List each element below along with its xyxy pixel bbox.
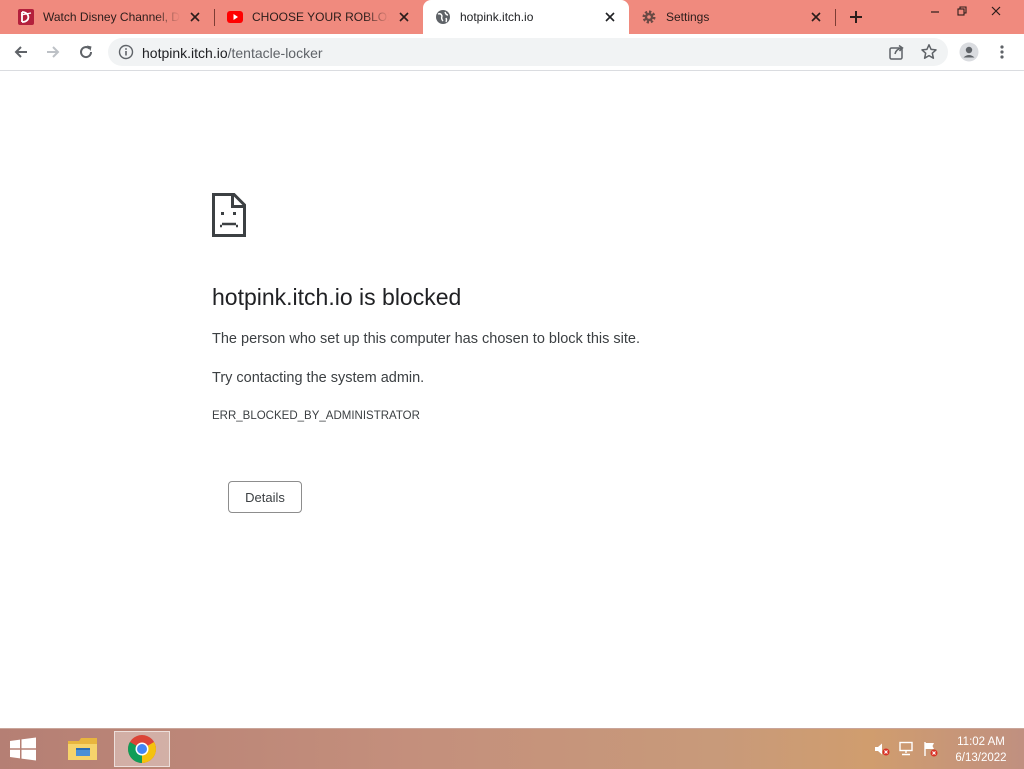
system-clock[interactable]: 11:02 AM 6/13/2022 <box>946 734 1016 766</box>
action-center-flag-icon[interactable] <box>922 741 938 757</box>
error-suggestion: Try contacting the system admin. <box>212 370 425 386</box>
gear-icon <box>642 10 656 24</box>
tab-settings[interactable]: Settings <box>629 0 835 34</box>
new-tab-button[interactable] <box>845 7 867 27</box>
share-icon[interactable] <box>888 43 906 61</box>
blocked-page-icon <box>212 193 246 237</box>
profile-button[interactable] <box>956 39 982 65</box>
taskbar-chrome[interactable] <box>114 731 170 767</box>
restore-icon <box>957 6 967 16</box>
info-icon[interactable] <box>118 44 134 60</box>
forward-arrow-icon <box>47 46 60 58</box>
restore-button[interactable] <box>947 0 977 22</box>
tab-title: Watch Disney Channel, Disney <box>43 10 180 24</box>
close-tab-icon[interactable] <box>186 8 204 26</box>
bookmark-star-icon[interactable] <box>920 43 938 61</box>
clock-time: 11:02 AM <box>957 736 1005 748</box>
windows-taskbar: 11:02 AM 6/13/2022 <box>0 728 1024 769</box>
kebab-menu-icon <box>1000 45 1004 59</box>
disney-icon <box>18 9 34 25</box>
close-icon <box>991 6 1001 16</box>
reload-icon <box>80 45 93 59</box>
network-icon[interactable] <box>898 741 914 757</box>
browser-toolbar: hotpink.itch.io/tentacle-locker <box>0 34 1024 71</box>
address-bar[interactable]: hotpink.itch.io/tentacle-locker <box>108 38 948 66</box>
forward-button[interactable] <box>40 39 66 65</box>
tab-strip: Watch Disney Channel, Disney CHOOSE YOUR… <box>0 0 1024 34</box>
page-content: hotpink.itch.io is blocked The person wh… <box>0 71 1024 728</box>
tab-hotpink[interactable]: hotpink.itch.io <box>423 0 629 34</box>
url-path: /tentacle-locker <box>227 45 323 61</box>
youtube-icon <box>227 11 243 23</box>
globe-icon <box>436 10 450 24</box>
profile-avatar-icon <box>959 42 979 62</box>
file-explorer-icon <box>68 738 97 760</box>
tab-title: Settings <box>666 10 710 24</box>
tab-title: hotpink.itch.io <box>460 10 534 24</box>
speaker-muted-icon[interactable] <box>874 741 890 757</box>
details-button[interactable]: Details <box>228 481 302 513</box>
minimize-icon <box>931 11 939 13</box>
back-button[interactable] <box>8 39 34 65</box>
reload-button[interactable] <box>73 39 99 65</box>
tab-youtube[interactable]: CHOOSE YOUR ROBLOX PI <box>215 0 423 34</box>
error-message: The person who set up this computer has … <box>212 331 640 347</box>
close-window-button[interactable] <box>981 0 1011 22</box>
taskbar-file-explorer[interactable] <box>55 731 111 767</box>
url-text[interactable]: hotpink.itch.io/tentacle-locker <box>142 45 323 61</box>
tab-separator <box>835 9 836 26</box>
error-code: ERR_BLOCKED_BY_ADMINISTRATOR <box>212 410 420 422</box>
chrome-icon <box>128 735 156 763</box>
windows-start-icon[interactable] <box>8 737 38 761</box>
url-host: hotpink.itch.io <box>142 45 228 61</box>
tab-disney[interactable]: Watch Disney Channel, Disney <box>0 0 214 34</box>
close-tab-icon[interactable] <box>601 8 619 26</box>
tab-title: CHOOSE YOUR ROBLOX PI <box>252 10 389 24</box>
close-tab-icon[interactable] <box>395 8 413 26</box>
back-arrow-icon <box>14 46 27 58</box>
close-tab-icon[interactable] <box>807 8 825 26</box>
error-heading: hotpink.itch.io is blocked <box>212 284 462 310</box>
clock-date: 6/13/2022 <box>955 752 1007 764</box>
menu-button[interactable] <box>989 39 1015 65</box>
plus-icon <box>850 11 862 23</box>
minimize-button[interactable] <box>920 0 950 22</box>
